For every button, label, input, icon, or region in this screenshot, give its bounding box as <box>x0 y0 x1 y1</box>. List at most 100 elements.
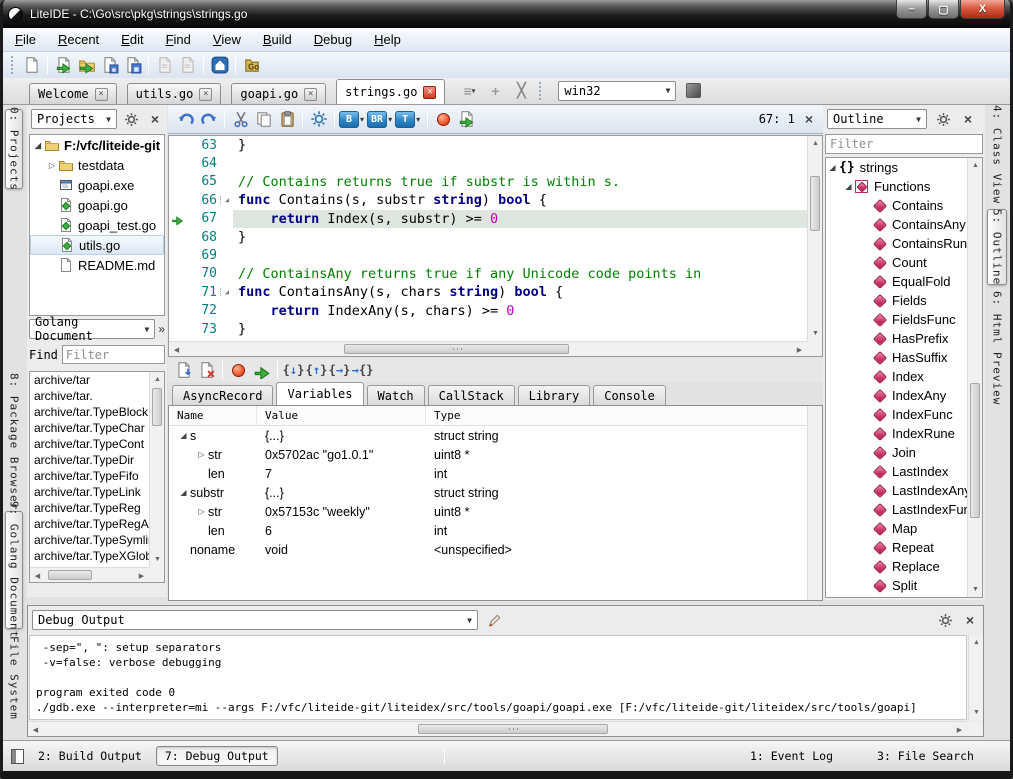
doc-list-item[interactable]: archive/tar <box>30 372 149 388</box>
gear-icon[interactable] <box>123 109 141 129</box>
column-name[interactable]: Name <box>169 406 257 425</box>
menu-help[interactable]: Help <box>374 32 401 47</box>
export-go-icon[interactable] <box>455 108 478 130</box>
panel-toggle-icon[interactable] <box>11 749 24 764</box>
doc-list-item[interactable]: archive/tar.TypeLink <box>30 484 149 500</box>
doc-list-item[interactable]: archive/tar.TypeDir <box>30 452 149 468</box>
env-button[interactable] <box>686 83 701 98</box>
menu-edit[interactable]: Edit <box>121 32 143 47</box>
debug-tab-variables[interactable]: Variables <box>276 382 363 405</box>
debug-output-hscrollbar[interactable]: ◀▶ <box>28 721 967 736</box>
variable-row[interactable]: ▷str0x5702ac "go1.0.1"uint8 * <box>169 445 822 464</box>
open-file-icon[interactable] <box>52 54 75 76</box>
outline-function-ContainsAny[interactable]: ContainsAny <box>826 215 967 234</box>
clear-output-icon[interactable] <box>484 610 504 630</box>
outline-function-Map[interactable]: Map <box>826 519 967 538</box>
build-br-button[interactable]: BR <box>367 111 387 128</box>
doc-list-vscrollbar[interactable]: ▲▼ <box>149 372 164 567</box>
variables-vscrollbar[interactable] <box>807 406 822 600</box>
expander-icon[interactable]: ▷ <box>195 450 208 459</box>
tree-item-goapi_test-go[interactable]: goapi_test.go <box>30 215 164 235</box>
variable-row[interactable]: nonamevoid<unspecified> <box>169 540 822 559</box>
titlebar[interactable]: LiteIDE - C:\Go\src\pkg\strings\strings.… <box>0 0 1013 28</box>
insert-breakpoint-icon[interactable] <box>172 359 195 381</box>
projects-combo[interactable]: Projects ▼ <box>31 109 117 129</box>
chevron-down-icon[interactable]: ▾ <box>388 115 392 124</box>
expander-open-icon[interactable]: ◢ <box>826 163 839 172</box>
debug-output-text[interactable]: -sep=", ": setup separators -v=false: ve… <box>29 635 967 720</box>
run-to-line-icon[interactable]: →{} <box>351 359 374 381</box>
doc-list-item[interactable]: archive/tar. <box>30 388 149 404</box>
outline-function-Repeat[interactable]: Repeat <box>826 538 967 557</box>
minimize-button[interactable]: – <box>896 0 927 19</box>
tab-close-icon[interactable]: × <box>304 88 317 101</box>
variable-row[interactable]: ◢substr{...}struct string <box>169 483 822 502</box>
copy-icon[interactable] <box>252 108 275 130</box>
outline-function-Index[interactable]: Index <box>826 367 967 386</box>
undo-icon[interactable] <box>174 108 197 130</box>
variable-row[interactable]: ▷str0x57153c "weekly"uint8 * <box>169 502 822 521</box>
rail-file-system[interactable]: File System <box>5 635 23 721</box>
rail-6-html-preview[interactable]: 6: Html Preview <box>987 293 1007 403</box>
menu-recent[interactable]: Recent <box>58 32 99 47</box>
export-gray-icon[interactable] <box>176 54 199 76</box>
statusbar-1-event-log[interactable]: 1: Event Log <box>750 749 833 763</box>
debug-tab-watch[interactable]: Watch <box>367 385 425 405</box>
debug-tab-asyncrecord[interactable]: AsyncRecord <box>172 385 273 405</box>
remove-breakpoint-icon[interactable] <box>195 359 218 381</box>
tab-goapi-go[interactable]: goapi.go× <box>231 83 326 104</box>
tab-list-icon[interactable]: ≡▾ <box>457 80 481 102</box>
stop-red-icon[interactable] <box>432 108 455 130</box>
outline-function-Join[interactable]: Join <box>826 443 967 462</box>
debug-tab-library[interactable]: Library <box>518 385 591 405</box>
editor-vscrollbar[interactable]: ▲▼ <box>807 136 822 341</box>
doc-list-item[interactable]: archive/tar.TypeRegA <box>30 516 149 532</box>
save-file-icon[interactable] <box>98 54 121 76</box>
code-line-67[interactable]: 67 return Index(s, substr) >= 0 <box>169 210 807 228</box>
outline-function-Replace[interactable]: Replace <box>826 557 967 576</box>
panel-close-icon[interactable]: × <box>147 111 163 127</box>
debug-output-vscrollbar[interactable]: ▲▼ <box>968 635 983 720</box>
outline-group-functions[interactable]: ◢Functions <box>826 177 967 196</box>
tab-close-icon[interactable]: × <box>95 88 108 101</box>
variable-row[interactable]: len7int <box>169 464 822 483</box>
save-all-icon[interactable] <box>121 54 144 76</box>
redo-icon[interactable] <box>197 108 220 130</box>
code-line-73[interactable]: 73} <box>169 320 807 338</box>
step-over-icon[interactable]: {↑} <box>305 359 328 381</box>
editor-close-icon[interactable]: × <box>805 111 823 127</box>
doc-list-item[interactable]: archive/tar.TypeFifo <box>30 468 149 484</box>
stop-red-icon[interactable] <box>227 359 250 381</box>
expander-icon[interactable]: ▷ <box>195 507 208 516</box>
close-all-icon[interactable]: ╳ <box>509 80 533 102</box>
build-b-button[interactable]: B <box>339 111 359 128</box>
import-gray-icon[interactable] <box>153 54 176 76</box>
expander-icon[interactable]: ◢ <box>177 431 190 440</box>
variable-row[interactable]: ◢s{...}struct string <box>169 426 822 445</box>
find-filter-input[interactable] <box>62 345 165 364</box>
rail-9-golang-document[interactable]: 9: Golang Document <box>5 511 23 629</box>
doc-list-item[interactable]: archive/tar.TypeXGlobal <box>30 548 149 564</box>
tab-strings-go[interactable]: strings.go× <box>336 79 445 104</box>
column-value[interactable]: Value <box>257 406 426 425</box>
menu-file[interactable]: File <box>15 32 36 47</box>
code-line-71[interactable]: 71◢func ContainsAny(s, chars string) boo… <box>169 283 807 301</box>
tab-close-icon[interactable]: × <box>199 88 212 101</box>
rail-0-projects[interactable]: 0: Projects <box>5 109 23 189</box>
doc-list-hscrollbar[interactable]: ◀▶ <box>30 567 149 582</box>
tree-item-goapi-exe[interactable]: goapi.exe <box>30 175 164 195</box>
cut-icon[interactable] <box>229 108 252 130</box>
outline-function-SplitAfter[interactable]: SplitAfter <box>826 595 967 597</box>
outline-function-Count[interactable]: Count <box>826 253 967 272</box>
outline-function-Contains[interactable]: Contains <box>826 196 967 215</box>
add-split-icon[interactable]: + <box>483 80 507 102</box>
code-editor[interactable]: 63}6465// Contains returns true if subst… <box>168 135 823 357</box>
new-file-icon[interactable] <box>20 54 43 76</box>
paste-icon[interactable] <box>275 108 298 130</box>
menu-build[interactable]: Build <box>263 32 292 47</box>
outline-function-FieldsFunc[interactable]: FieldsFunc <box>826 310 967 329</box>
code-line-68[interactable]: 68} <box>169 228 807 246</box>
code-area[interactable]: 63}6465// Contains returns true if subst… <box>169 136 807 341</box>
doc-list-item[interactable]: archive/tar.TypeBlock <box>30 404 149 420</box>
golang-document-combo[interactable]: Golang Document ▼ <box>29 319 155 339</box>
